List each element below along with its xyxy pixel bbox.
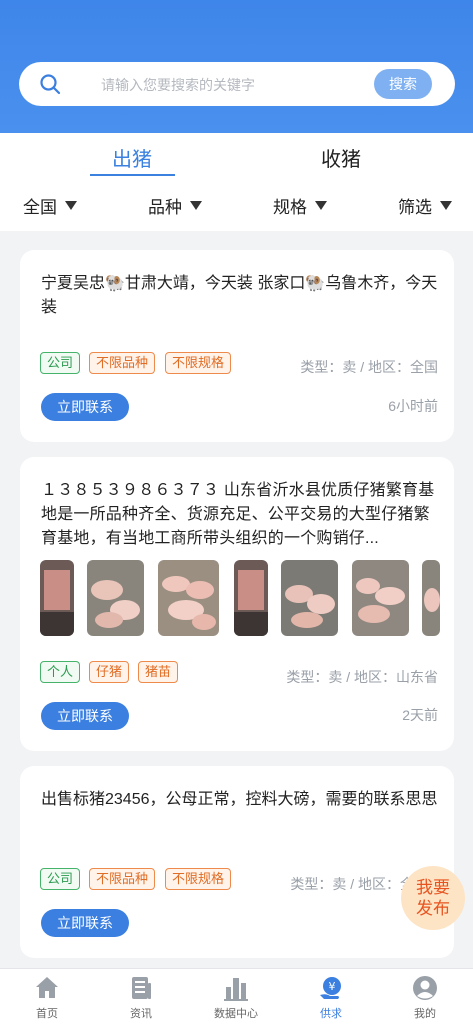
search-button[interactable]: 搜索 <box>374 69 432 99</box>
nav-data-center-label: 数据中心 <box>214 1008 258 1020</box>
publish-button-line2: 发布 <box>416 899 450 918</box>
caret-down-icon <box>440 201 452 210</box>
listing-time: 6小时前 <box>388 398 438 414</box>
bar-chart-icon <box>224 978 248 1001</box>
pig-photo[interactable] <box>158 560 219 636</box>
nav-data-center[interactable]: 数据中心 <box>201 975 271 1021</box>
listing-meta: 类型：卖 / 地区：全国 <box>300 359 438 375</box>
filter-spec[interactable]: 规格 <box>273 193 327 218</box>
contact-button[interactable]: 立即联系 <box>41 909 129 937</box>
pig-photo[interactable] <box>87 560 144 636</box>
nav-news[interactable]: 资讯 <box>106 975 176 1021</box>
filter-screen[interactable]: 筛选 <box>398 193 452 218</box>
tab-active-indicator <box>90 174 175 176</box>
filter-screen-label: 筛选 <box>398 198 432 217</box>
svg-text:¥: ¥ <box>329 980 336 993</box>
tab-buy-pigs[interactable]: 收猪 <box>321 143 361 172</box>
filter-region[interactable]: 全国 <box>23 193 77 218</box>
listing-meta: 类型：卖 / 地区：山东省 <box>286 669 438 685</box>
listing-time: 2天前 <box>402 707 438 723</box>
listing-title: 出售标猪23456，公母正常，控料大磅，需要的联系思思 <box>41 791 438 808</box>
caret-down-icon <box>190 201 202 210</box>
search-icon <box>40 74 61 95</box>
nav-supply-demand-label: 供求 <box>320 1008 342 1020</box>
listing-card[interactable]: 宁夏吴忠🐏甘肃大靖，今天装 张家口🐏乌鲁木齐，今天装 公司 不限品种 不限规格 … <box>20 250 454 442</box>
news-icon <box>132 977 151 999</box>
caret-down-icon <box>65 201 77 210</box>
caret-down-icon <box>315 201 327 210</box>
publish-button[interactable]: 我要 发布 <box>401 866 465 930</box>
listing-title: １３８５３９８６３７３ 山东省沂水县优质仔猪繁育基地是一所品种齐全、货源充足、公… <box>41 482 435 547</box>
pig-photo[interactable] <box>352 560 409 636</box>
tag-piglet: 仔猪 <box>89 661 130 683</box>
tag-company: 公司 <box>40 352 81 374</box>
search-input[interactable]: 请输入您要搜索的关键字 <box>101 75 255 95</box>
pig-photo[interactable] <box>40 560 74 636</box>
contact-button[interactable]: 立即联系 <box>41 702 129 730</box>
tag-spec: 不限规格 <box>165 352 232 374</box>
supply-demand-icon: ¥ <box>320 977 341 999</box>
listing-title: 宁夏吴忠🐏甘肃大靖，今天装 张家口🐏乌鲁木齐，今天装 <box>41 275 438 316</box>
photo-strip[interactable] <box>40 560 440 636</box>
tag-breed: 不限品种 <box>89 868 156 890</box>
user-icon <box>413 976 437 1000</box>
pig-photo[interactable] <box>281 560 338 636</box>
tag-spec: 不限规格 <box>165 868 232 890</box>
nav-supply-demand[interactable]: ¥ 供求 <box>296 975 366 1021</box>
filter-region-label: 全国 <box>23 198 57 217</box>
filter-spec-label: 规格 <box>273 198 307 217</box>
nav-home[interactable]: 首页 <box>12 975 82 1021</box>
nav-home-label: 首页 <box>36 1008 58 1020</box>
header: 请输入您要搜索的关键字 搜索 <box>0 0 473 133</box>
tag-individual: 个人 <box>40 661 81 683</box>
home-icon <box>36 977 58 998</box>
filter-bar: 全国 品种 规格 筛选 <box>0 181 473 231</box>
nav-news-label: 资讯 <box>130 1008 152 1020</box>
listing-meta: 类型：卖 / 地区：全 <box>290 876 414 892</box>
tag-seedling-pig: 猪苗 <box>138 661 179 683</box>
tag-company: 公司 <box>40 868 81 890</box>
nav-mine[interactable]: 我的 <box>390 975 460 1021</box>
contact-button[interactable]: 立即联系 <box>41 393 129 421</box>
tab-bar: 出猪 收猪 <box>0 133 473 181</box>
pig-photo[interactable] <box>422 560 440 636</box>
tab-sell-pigs[interactable]: 出猪 <box>112 143 152 172</box>
listing-card[interactable]: 出售标猪23456，公母正常，控料大磅，需要的联系思思 公司 不限品种 不限规格… <box>20 766 454 958</box>
listing-card[interactable]: １３８５３９８６３７３ 山东省沂水县优质仔猪繁育基地是一所品种齐全、货源充足、公… <box>20 457 454 751</box>
filter-breed-label: 品种 <box>148 198 182 217</box>
filter-breed[interactable]: 品种 <box>148 193 202 218</box>
nav-mine-label: 我的 <box>414 1008 436 1020</box>
search-bar[interactable]: 请输入您要搜索的关键字 搜索 <box>19 62 455 106</box>
publish-button-line1: 我要 <box>416 878 450 897</box>
bottom-tab-bar: 首页 资讯 数据中心 ¥ 供求 我的 <box>0 968 473 1024</box>
pig-photo[interactable] <box>234 560 268 636</box>
tag-breed: 不限品种 <box>89 352 156 374</box>
